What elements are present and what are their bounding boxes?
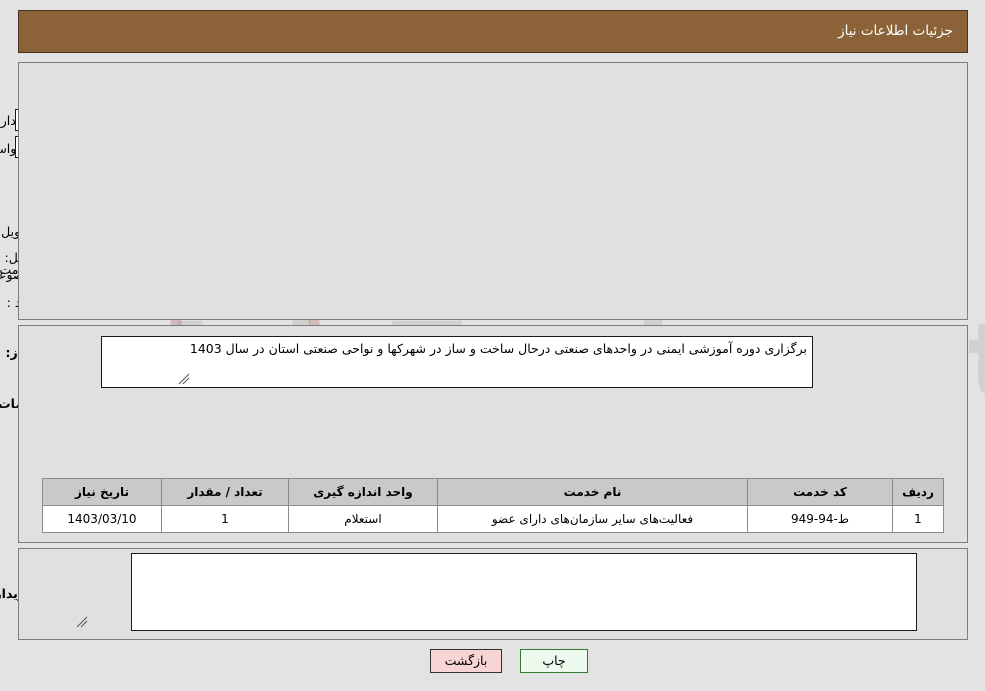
services-table: ردیف کد خدمت نام خدمت واحد اندازه گیری ت…: [42, 478, 944, 533]
cell-row-no: 1: [892, 505, 944, 533]
page-header: جزئیات اطلاعات نیاز: [18, 10, 968, 53]
buyer-notes-textarea[interactable]: [131, 553, 917, 631]
col-need-date: تاریخ نیاز: [42, 478, 162, 506]
col-service-code: کد خدمت: [747, 478, 893, 506]
cell-service-name: فعالیت‌های سایر سازمان‌های دارای عضو: [437, 505, 748, 533]
col-unit: واحد اندازه گیری: [288, 478, 438, 506]
cell-quantity: 1: [161, 505, 289, 533]
general-desc-textarea[interactable]: برگزاری دوره آموزشی ایمنی در واحدهای صنع…: [101, 336, 813, 388]
page-title: جزئیات اطلاعات نیاز: [838, 23, 953, 39]
col-quantity: تعداد / مقدار: [161, 478, 289, 506]
table-row: 1 ط-94-949 فعالیت‌های سایر سازمان‌های دا…: [42, 505, 944, 533]
page-root: AriaTender.net جزئیات اطلاعات نیاز شماره…: [0, 0, 985, 691]
table-header-row: ردیف کد خدمت نام خدمت واحد اندازه گیری ت…: [42, 478, 944, 506]
back-button[interactable]: بازگشت: [430, 649, 502, 673]
cell-unit: استعلام: [288, 505, 438, 533]
print-button[interactable]: چاپ: [520, 649, 588, 673]
cell-need-date: 1403/03/10: [42, 505, 162, 533]
col-row-no: ردیف: [892, 478, 944, 506]
need-summary-panel: [18, 62, 968, 320]
col-service-name: نام خدمت: [437, 478, 748, 506]
cell-service-code: ط-94-949: [747, 505, 893, 533]
